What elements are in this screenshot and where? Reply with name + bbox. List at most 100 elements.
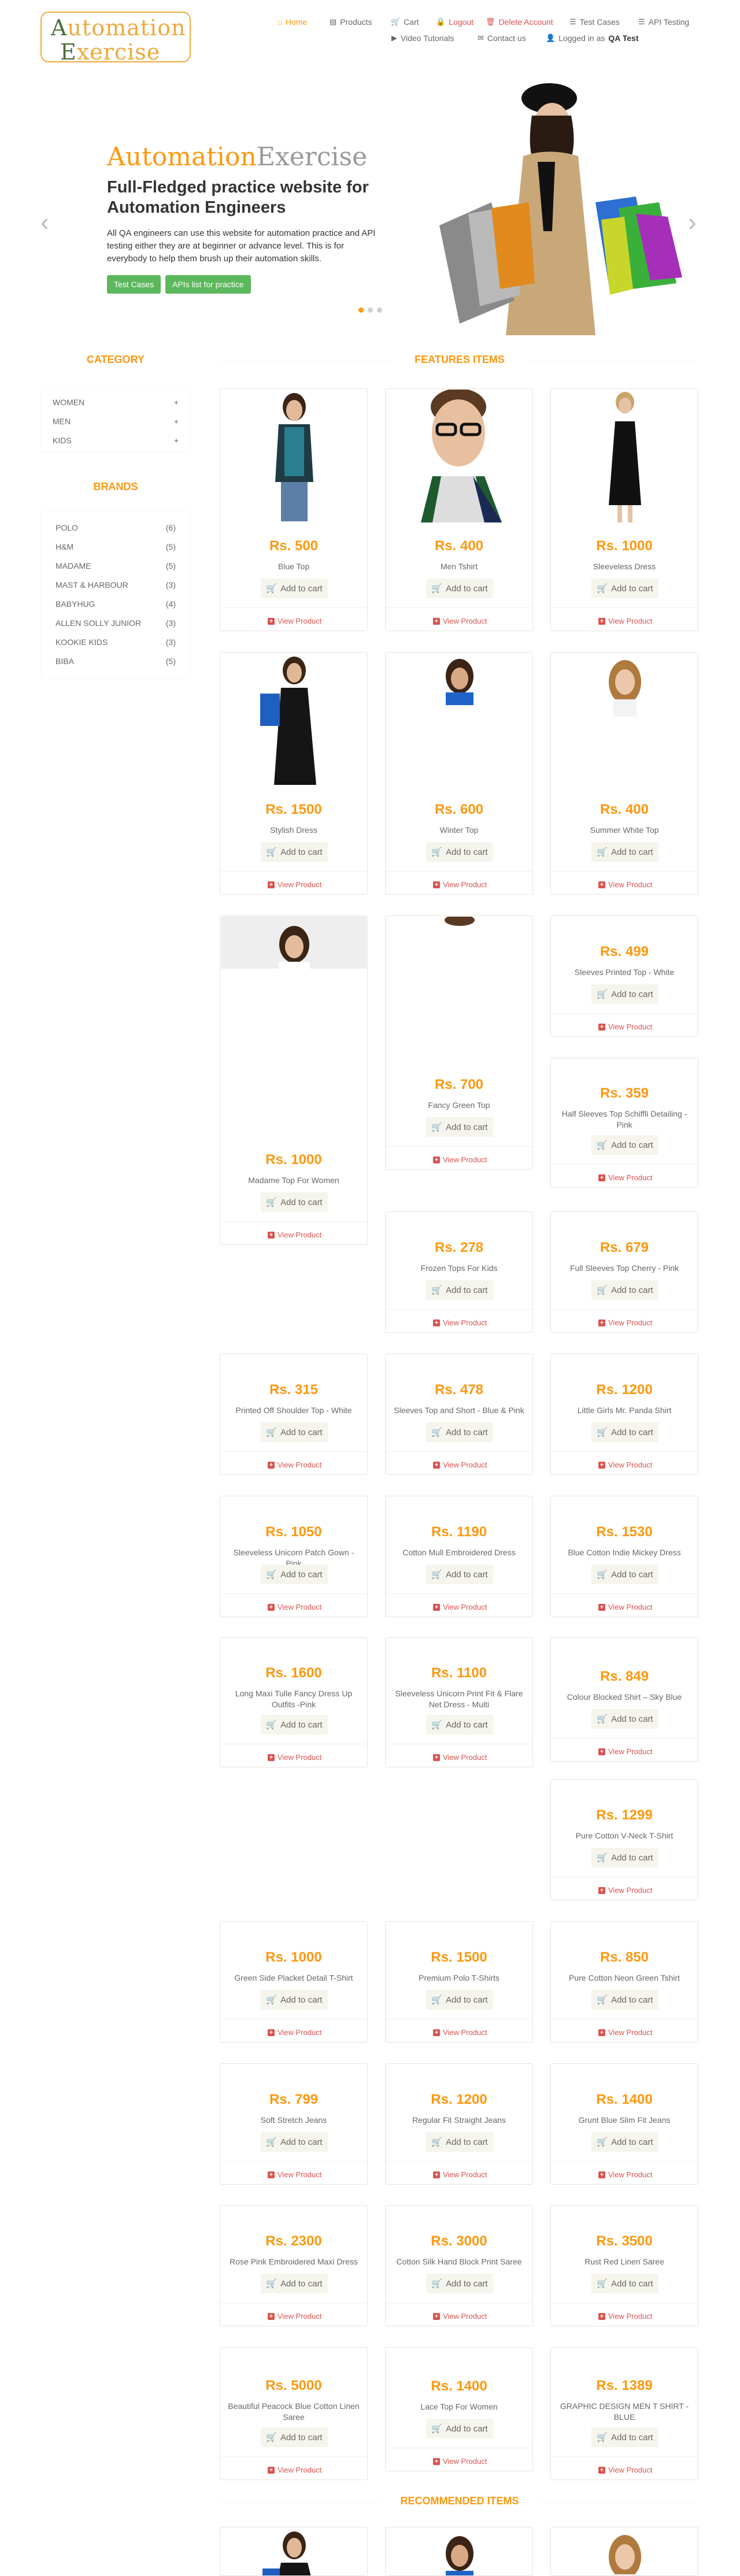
add-to-cart-button[interactable]: 🛒 Add to cart xyxy=(261,579,328,598)
view-product-link[interactable]: + View Product xyxy=(598,1603,652,1611)
slider-dot-2[interactable] xyxy=(368,307,373,313)
add-to-cart-button[interactable]: 🛒 Add to cart xyxy=(426,1117,493,1137)
view-product-link[interactable]: + View Product xyxy=(268,617,321,625)
view-product-link[interactable]: + View Product xyxy=(433,617,487,625)
nav-logout[interactable]: 🔒 Logout xyxy=(436,17,473,27)
view-product-link[interactable]: + View Product xyxy=(268,2312,321,2321)
view-product-link[interactable]: + View Product xyxy=(433,1753,487,1762)
view-product-link[interactable]: + View Product xyxy=(268,2028,321,2037)
slider-prev-button[interactable]: ‹ xyxy=(40,208,49,237)
nav-test-cases[interactable]: ☰ Test Cases xyxy=(569,17,620,27)
view-product-link[interactable]: + View Product xyxy=(433,2457,487,2466)
view-product-link[interactable]: + View Product xyxy=(598,617,652,625)
add-to-cart-button[interactable]: 🛒 Add to cart xyxy=(426,1990,493,2010)
add-to-cart-button[interactable]: 🛒 Add to cart xyxy=(261,1565,328,1584)
view-product-link[interactable]: + View Product xyxy=(598,2170,652,2179)
brand-mast-harbour[interactable]: Mast & Harbour (3) xyxy=(41,575,190,594)
view-product-link[interactable]: + View Product xyxy=(598,1173,652,1182)
add-to-cart-button[interactable]: 🛒 Add to cart xyxy=(426,1715,493,1734)
test-cases-button[interactable]: Test Cases xyxy=(107,275,161,294)
add-to-cart-button[interactable]: 🛒 Add to cart xyxy=(261,842,328,862)
view-product-link[interactable]: + View Product xyxy=(598,2312,652,2321)
category-men[interactable]: Men + xyxy=(41,412,190,431)
add-to-cart-button[interactable]: 🛒 Add to cart xyxy=(426,2274,493,2293)
view-product-link[interactable]: + View Product xyxy=(433,880,487,889)
add-to-cart-button[interactable]: 🛒 Add to cart xyxy=(426,2419,493,2438)
view-product-link[interactable]: + View Product xyxy=(433,1603,487,1611)
add-to-cart-button[interactable]: 🛒 Add to cart xyxy=(261,2427,328,2447)
view-product-link[interactable]: + View Product xyxy=(598,2028,652,2037)
add-to-cart-button[interactable]: 🛒 Add to cart xyxy=(261,1422,328,1442)
nav-video-tutorials[interactable]: ▶ Video Tutorials xyxy=(391,34,454,43)
add-to-cart-button[interactable]: 🛒 Add to cart xyxy=(591,1565,658,1584)
nav-delete-account[interactable]: 🗑 Delete Account xyxy=(486,17,553,27)
view-product-link[interactable]: + View Product xyxy=(598,1886,652,1895)
view-product-link[interactable]: + View Product xyxy=(433,1318,487,1327)
add-to-cart-button[interactable]: 🛒 Add to cart xyxy=(591,2274,658,2293)
product-image xyxy=(386,390,532,522)
view-product-link[interactable]: + View Product xyxy=(598,880,652,889)
nav-home[interactable]: ⌂ Home xyxy=(278,17,307,27)
view-product-link[interactable]: + View Product xyxy=(268,2466,321,2474)
add-to-cart-button[interactable]: 🛒 Add to cart xyxy=(591,984,658,1004)
view-product-link[interactable]: + View Product xyxy=(433,1461,487,1469)
add-to-cart-button[interactable]: 🛒 Add to cart xyxy=(591,842,658,862)
category-women[interactable]: Women + xyxy=(41,392,190,412)
add-to-cart-button[interactable]: 🛒 Add to cart xyxy=(426,1565,493,1584)
view-product-link[interactable]: + View Product xyxy=(433,1155,487,1164)
add-to-cart-button[interactable]: 🛒 Add to cart xyxy=(591,1135,658,1155)
add-to-cart-button[interactable]: 🛒 Add to cart xyxy=(261,1990,328,2010)
brand-polo[interactable]: Polo (6) xyxy=(41,518,190,537)
add-to-cart-button[interactable]: 🛒 Add to cart xyxy=(426,1280,493,1300)
slider-dot-3[interactable] xyxy=(377,307,382,313)
shopping-cart-icon: 🛒 xyxy=(431,847,443,857)
add-to-cart-button[interactable]: 🛒 Add to cart xyxy=(591,2427,658,2447)
add-to-cart-button[interactable]: 🛒 Add to cart xyxy=(261,2132,328,2152)
apis-list-button[interactable]: APIs list for practice xyxy=(165,275,251,294)
site-logo[interactable]: Automation Exercise xyxy=(40,12,191,65)
slider-dot-1[interactable] xyxy=(358,307,364,313)
view-product-link[interactable]: + View Product xyxy=(268,880,321,889)
brand-allen-solly-junior[interactable]: Allen Solly Junior (3) xyxy=(41,613,190,632)
view-product-link[interactable]: + View Product xyxy=(598,1022,652,1031)
add-to-cart-button[interactable]: 🛒 Add to cart xyxy=(591,1280,658,1300)
add-to-cart-button[interactable]: 🛒 Add to cart xyxy=(261,1192,328,1212)
view-product-link[interactable]: + View Product xyxy=(268,2170,321,2179)
nav-cart[interactable]: 🛒 Cart xyxy=(391,17,419,27)
add-to-cart-button[interactable]: 🛒 Add to cart xyxy=(261,1715,328,1734)
add-to-cart-button[interactable]: 🛒 Add to cart xyxy=(426,579,493,598)
brand-biba[interactable]: Biba (5) xyxy=(41,651,190,670)
view-product-link[interactable]: + View Product xyxy=(268,1603,321,1611)
view-product-link[interactable]: + View Product xyxy=(598,1461,652,1469)
plus-square-icon: + xyxy=(433,2458,440,2465)
view-product-link[interactable]: + View Product xyxy=(268,1753,321,1762)
add-to-cart-button[interactable]: 🛒 Add to cart xyxy=(591,2132,658,2152)
add-to-cart-button[interactable]: 🛒 Add to cart xyxy=(591,1848,658,1867)
category-title: Category xyxy=(86,354,145,365)
view-product-link[interactable]: + View Product xyxy=(433,2170,487,2179)
add-to-cart-button[interactable]: 🛒 Add to cart xyxy=(426,842,493,862)
nav-contact-us[interactable]: ✉ Contact us xyxy=(478,34,526,43)
add-to-cart-button[interactable]: 🛒 Add to cart xyxy=(591,1990,658,2010)
brand-hm[interactable]: H&M (5) xyxy=(41,537,190,556)
brand-babyhug[interactable]: Babyhug (4) xyxy=(41,594,190,613)
add-to-cart-button[interactable]: 🛒 Add to cart xyxy=(426,1422,493,1442)
view-product-link[interactable]: + View Product xyxy=(268,1461,321,1469)
brand-kookie-kids[interactable]: Kookie Kids (3) xyxy=(41,632,190,651)
brand-madame[interactable]: Madame (5) xyxy=(41,556,190,575)
add-to-cart-button[interactable]: 🛒 Add to cart xyxy=(426,2132,493,2152)
add-to-cart-button[interactable]: 🛒 Add to cart xyxy=(591,1709,658,1729)
view-product-link[interactable]: + View Product xyxy=(598,1318,652,1327)
category-kids[interactable]: Kids + xyxy=(41,431,190,450)
view-product-link[interactable]: + View Product xyxy=(598,1747,652,1756)
nav-api-testing[interactable]: ☰ API Testing xyxy=(638,17,689,27)
add-to-cart-button[interactable]: 🛒 Add to cart xyxy=(591,1422,658,1442)
view-product-link[interactable]: + View Product xyxy=(598,2466,652,2474)
hero-shopping-girl-image xyxy=(439,83,682,335)
view-product-link[interactable]: + View Product xyxy=(268,1230,321,1239)
add-to-cart-button[interactable]: 🛒 Add to cart xyxy=(591,579,658,598)
view-product-link[interactable]: + View Product xyxy=(433,2028,487,2037)
nav-products[interactable]: ▤ Products xyxy=(330,17,372,27)
add-to-cart-button[interactable]: 🛒 Add to cart xyxy=(261,2274,328,2293)
view-product-link[interactable]: + View Product xyxy=(433,2312,487,2321)
